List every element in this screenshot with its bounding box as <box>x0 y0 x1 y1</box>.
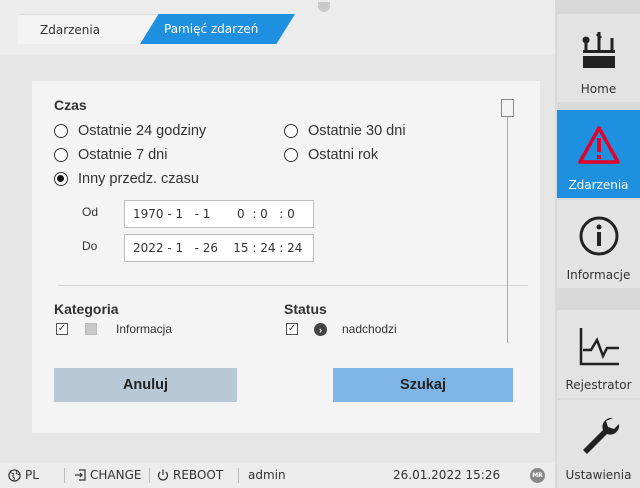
radio-label: Ostatnie 24 godziny <box>78 123 207 139</box>
sidebar-item-label: Zdarzenia <box>568 178 629 192</box>
filter-panel: Czas Ostatnie 24 godziny Ostatnie 30 dni… <box>32 81 540 433</box>
radio-label: Ostatni rok <box>308 147 379 163</box>
sidebar: Home Zdarzenia Informacje Rejestrator Us… <box>555 0 640 488</box>
tab-event-memory[interactable]: Pamięć zdarzeń <box>140 14 295 44</box>
sidebar-item-info[interactable]: Informacje <box>557 200 640 288</box>
sidebar-item-label: Rejestrator <box>565 378 632 392</box>
radio-label: Inny przedz. czasu <box>78 171 199 187</box>
waveform-icon <box>579 328 619 366</box>
sidebar-item-recorder[interactable]: Rejestrator <box>557 310 640 398</box>
wrench-icon <box>583 417 620 454</box>
radio-button[interactable] <box>284 124 298 138</box>
change-button[interactable]: CHANGE <box>74 468 141 482</box>
reboot-label: REBOOT <box>173 468 224 482</box>
section-divider <box>58 285 528 286</box>
power-icon <box>157 469 169 481</box>
globe-icon <box>8 468 21 482</box>
cancel-button[interactable]: Anuluj <box>54 368 237 402</box>
sidebar-item-label: Informacje <box>566 268 631 282</box>
change-label: CHANGE <box>90 468 142 482</box>
radio-button[interactable] <box>54 172 68 186</box>
tab-events[interactable]: Zdarzenia <box>18 14 158 44</box>
scrollbar-thumb[interactable] <box>501 99 514 117</box>
radio-last-24h[interactable]: Ostatnie 24 godziny <box>54 123 206 139</box>
radio-label: Ostatnie 30 dni <box>308 123 406 139</box>
transformer-icon <box>581 32 617 68</box>
separator <box>64 468 65 483</box>
status-checkbox[interactable]: ✓ <box>286 323 298 335</box>
category-checkbox[interactable]: ✓ <box>56 323 68 335</box>
tab-bar: Zdarzenia Pamięć zdarzeń <box>0 0 555 55</box>
from-datetime-input[interactable]: 1970 - 1 - 1 0 : 0 : 0 <box>124 200 314 228</box>
language-selector[interactable]: PL <box>8 468 39 482</box>
category-section-title: Kategoria <box>54 301 119 317</box>
separator <box>149 468 150 483</box>
radio-custom-range[interactable]: Inny przedz. czasu <box>54 171 199 187</box>
category-item-label: Informacja <box>116 322 173 336</box>
datetime-label: 26.01.2022 15:26 <box>393 468 501 482</box>
radio-button[interactable] <box>54 148 68 162</box>
radio-button[interactable] <box>54 124 68 138</box>
sidebar-item-home[interactable]: Home <box>557 14 640 102</box>
separator <box>238 468 239 483</box>
status-arrow-icon: › <box>314 323 327 336</box>
reboot-button[interactable]: REBOOT <box>157 468 223 482</box>
category-color-swatch <box>85 323 97 335</box>
drag-handle[interactable] <box>318 2 330 12</box>
login-icon <box>75 469 86 481</box>
sidebar-item-label: Ustawienia <box>565 468 632 482</box>
to-label: Do <box>82 239 98 253</box>
content-area: Czas Ostatnie 24 godziny Ostatnie 30 dni… <box>0 55 555 463</box>
radio-label: Ostatnie 7 dni <box>78 147 168 163</box>
status-bar: PL CHANGE REBOOT admin 26.01.2022 15:26 … <box>0 463 555 488</box>
radio-last-year[interactable]: Ostatni rok <box>284 147 378 163</box>
radio-button[interactable] <box>284 148 298 162</box>
info-icon <box>579 216 619 256</box>
user-label: admin <box>248 468 286 482</box>
sidebar-item-label: Home <box>580 82 617 96</box>
status-section-title: Status <box>284 301 327 317</box>
from-label: Od <box>82 205 99 219</box>
language-label: PL <box>25 468 39 482</box>
sidebar-item-events[interactable]: Zdarzenia <box>557 110 640 198</box>
status-item-label: nadchodzi <box>342 322 397 336</box>
scrollbar-track[interactable] <box>507 103 508 343</box>
to-datetime-input[interactable]: 2022 - 1 - 26 15 : 24 : 24 <box>124 234 314 262</box>
time-section-title: Czas <box>54 97 87 113</box>
sidebar-item-settings[interactable]: Ustawienia <box>557 400 640 488</box>
warning-icon <box>578 126 620 164</box>
mr-logo-icon: MR <box>530 468 545 483</box>
search-button[interactable]: Szukaj <box>333 368 513 402</box>
radio-last-7d[interactable]: Ostatnie 7 dni <box>54 147 167 163</box>
radio-last-30d[interactable]: Ostatnie 30 dni <box>284 123 406 139</box>
